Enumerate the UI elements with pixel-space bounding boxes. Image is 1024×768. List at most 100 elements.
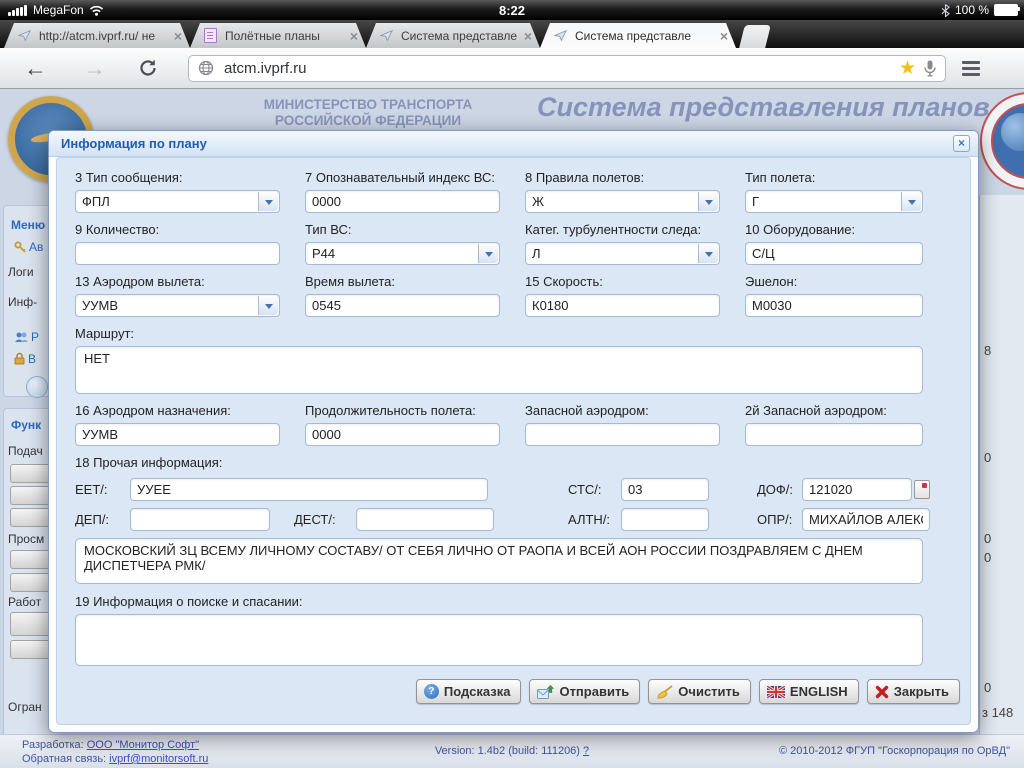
destination-aerodrome-input[interactable] <box>75 423 280 446</box>
selected-value: УУМВ <box>82 298 119 313</box>
ministry-header: МИНИСТЕРСТВО ТРАНСПОРТА РОССИЙСКОЙ ФЕДЕР… <box>200 97 536 129</box>
sar-label: 19 Информация о поиске и спасании: <box>75 594 303 609</box>
flight-type-select[interactable]: Г <box>745 190 923 213</box>
flight-plan-dialog: Информация по плану × 3 Тип сообщения: Ф… <box>48 130 979 733</box>
selected-value: Р44 <box>312 246 336 261</box>
field-label: 16 Аэродром назначения: <box>75 403 231 418</box>
dest-input[interactable] <box>356 508 494 531</box>
menu-button[interactable] <box>962 60 980 76</box>
tab-close-icon[interactable]: × <box>720 29 728 43</box>
background-table-strip <box>979 195 1024 735</box>
alternate-aerodrome-input[interactable] <box>525 423 720 446</box>
new-tab-button[interactable] <box>739 25 771 48</box>
field-label: Тип полета: <box>745 170 816 185</box>
url-text: atcm.ivprf.ru <box>224 59 307 77</box>
footer-copyright: © 2010-2012 ФГУП "Госкорпорация по ОрВД" <box>778 745 1010 757</box>
route-textarea[interactable]: НЕТ <box>75 346 923 394</box>
web-page: МИНИСТЕРСТВО ТРАНСПОРТА РОССИЙСКОЙ ФЕДЕР… <box>0 88 1024 768</box>
eet-input[interactable] <box>130 478 488 501</box>
document-icon <box>204 28 217 43</box>
bookmark-star-icon[interactable]: ★ <box>899 59 916 78</box>
browser-tab-4-active[interactable]: Система представле × <box>540 23 736 48</box>
chevron-down-icon <box>901 192 921 211</box>
sidebar-round-button[interactable] <box>26 376 48 398</box>
english-button[interactable]: ENGLISH <box>758 679 859 704</box>
chevron-down-icon <box>478 244 498 263</box>
sidebar-view-label: Просм <box>8 532 45 546</box>
ios-status-bar: MegaFon 8:22 100 % <box>0 0 1024 20</box>
flight-duration-input[interactable] <box>305 423 500 446</box>
forward-button[interactable]: → <box>83 56 106 80</box>
departure-aerodrome-select[interactable]: УУМВ <box>75 294 280 317</box>
table-cell: 0 <box>984 531 992 546</box>
aircraft-type-select[interactable]: Р44 <box>305 242 500 265</box>
operator-input[interactable] <box>802 508 930 531</box>
dialog-body: 3 Тип сообщения: ФПЛ 7 Опознавательный и… <box>56 157 971 725</box>
tab-close-icon[interactable]: × <box>174 29 182 43</box>
flight-rules-select[interactable]: Ж <box>525 190 720 213</box>
battery-icon <box>994 4 1020 16</box>
version-help-link[interactable]: ? <box>583 745 589 757</box>
field-label: 3 Тип сообщения: <box>75 170 183 185</box>
tab-close-icon[interactable]: × <box>524 29 532 43</box>
tab-strip: http://atcm.ivprf.ru/ не × Полётные план… <box>0 20 1024 48</box>
other-info-textarea[interactable]: МОСКОВСКИЙ ЗЦ ВСЕМУ ЛИЧНОМУ СОСТАВУ/ ОТ … <box>75 538 923 584</box>
sidebar-item-label: В <box>28 352 37 366</box>
departure-time-input[interactable] <box>305 294 500 317</box>
wake-turbulence-select[interactable]: Л <box>525 242 720 265</box>
altn-input[interactable] <box>621 508 709 531</box>
lock-icon <box>14 352 25 365</box>
back-button[interactable]: ← <box>24 56 47 80</box>
sts-input[interactable] <box>621 478 709 501</box>
browser-tab-3[interactable]: Система представле × <box>366 23 540 48</box>
reload-button[interactable] <box>138 58 158 78</box>
clock: 8:22 <box>498 2 526 18</box>
sidebar-item-password[interactable]: В <box>14 352 36 366</box>
flight-level-input[interactable] <box>745 294 923 317</box>
close-button[interactable]: Закрыть <box>866 679 960 704</box>
field-label: ДОФ/: <box>757 482 794 497</box>
field-label: СТС/: <box>568 482 602 497</box>
equipment-input[interactable] <box>745 242 923 265</box>
dof-input[interactable] <box>802 478 912 501</box>
tab-title: Система представле <box>575 28 692 43</box>
help-button[interactable]: ? Подсказка <box>415 679 522 704</box>
address-bar[interactable]: atcm.ivprf.ru ★ <box>188 54 946 82</box>
battery-percent: 100 % <box>954 3 989 17</box>
chevron-down-icon <box>698 244 718 263</box>
speed-input[interactable] <box>525 294 720 317</box>
globe-icon <box>198 60 214 76</box>
sidebar-info-label: Инф- <box>8 295 38 309</box>
tab-close-icon[interactable]: × <box>350 29 358 43</box>
field-label: Запасной аэродром: <box>525 403 649 418</box>
selected-value: ФПЛ <box>82 194 110 209</box>
second-alternate-aerodrome-input[interactable] <box>745 423 923 446</box>
sidebar-submit-label: Подач <box>8 444 43 458</box>
sidebar-restrictions-label: Огран <box>8 700 42 714</box>
field-label: Время вылета: <box>305 274 396 289</box>
selected-value: Ж <box>532 194 545 209</box>
message-type-select[interactable]: ФПЛ <box>75 190 280 213</box>
browser-tab-2[interactable]: Полётные планы × <box>190 23 366 48</box>
sar-textarea[interactable] <box>75 614 923 666</box>
browser-tab-1[interactable]: http://atcm.ivprf.ru/ не × <box>4 23 190 48</box>
calendar-icon[interactable] <box>914 480 930 499</box>
selected-value: Л <box>532 246 541 261</box>
send-button[interactable]: Отправить <box>529 679 641 704</box>
key-icon <box>14 241 26 253</box>
other-info-label: 18 Прочая информация: <box>75 455 223 470</box>
dialog-close-icon[interactable]: × <box>953 135 970 152</box>
tab-title: Полётные планы <box>225 28 320 43</box>
clear-button[interactable]: Очистить <box>648 679 751 704</box>
chevron-down-icon <box>258 192 278 211</box>
field-label: Катег. турбулентности следа: <box>525 222 702 237</box>
table-cell: 0 <box>984 450 992 465</box>
voice-search-icon[interactable] <box>924 60 936 77</box>
aircraft-id-input[interactable] <box>305 190 500 213</box>
field-label: Тип ВС: <box>305 222 352 237</box>
field-label: 8 Правила полетов: <box>525 170 645 185</box>
sidebar-item-auth[interactable]: Ав <box>14 240 43 254</box>
sidebar-item-registration[interactable]: Р <box>14 330 39 344</box>
number-input[interactable] <box>75 242 280 265</box>
dep-input[interactable] <box>130 508 270 531</box>
